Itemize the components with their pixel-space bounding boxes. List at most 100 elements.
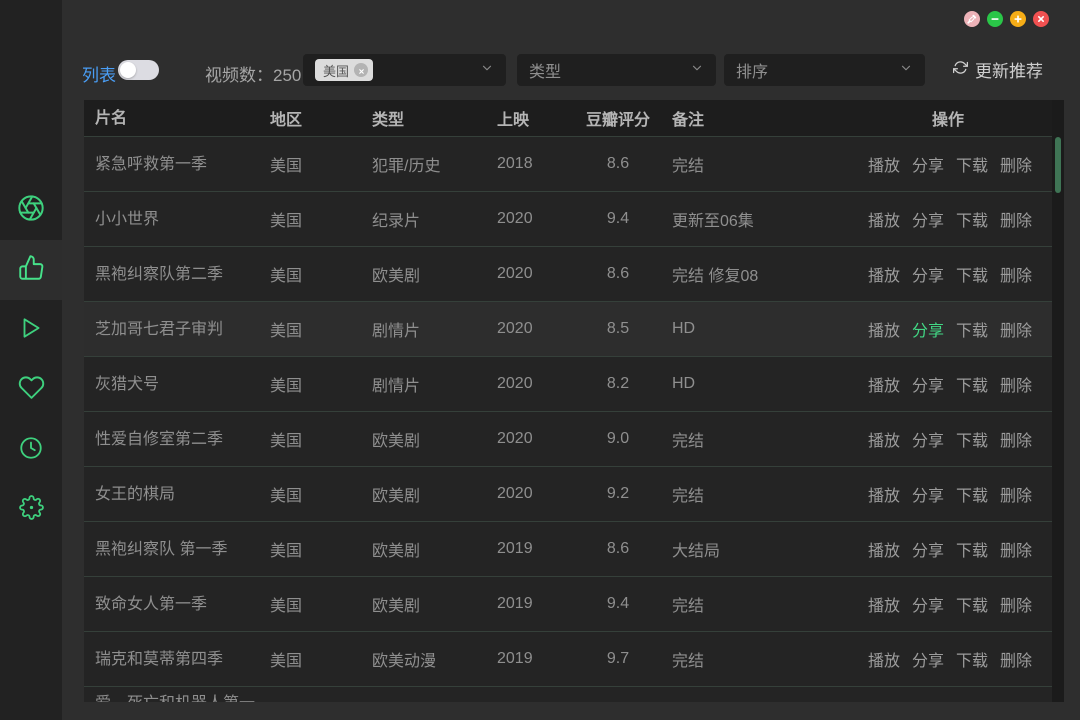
action-delete[interactable]: 删除 <box>1000 647 1032 671</box>
action-share[interactable]: 分享 <box>912 647 944 671</box>
action-download[interactable]: 下载 <box>956 372 988 396</box>
action-download[interactable]: 下载 <box>956 317 988 341</box>
region-filter-select[interactable]: 美国 <box>303 54 506 86</box>
window-controls <box>964 11 1049 27</box>
action-delete[interactable]: 删除 <box>1000 427 1032 451</box>
region-filter-tag: 美国 <box>315 59 373 81</box>
cell-type: 纪录片 <box>372 207 497 231</box>
row-actions: 播放分享下载删除 <box>864 592 1052 616</box>
action-download[interactable]: 下载 <box>956 152 988 176</box>
action-download[interactable]: 下载 <box>956 592 988 616</box>
cell-year: 2020 <box>497 485 579 503</box>
cell-title: 黑袍纠察队第二季 <box>84 264 270 285</box>
action-play[interactable]: 播放 <box>868 537 900 561</box>
table-row[interactable]: 灰猎犬号 美国 剧情片 2020 8.2 HD 播放分享下载删除 <box>84 356 1052 411</box>
action-download[interactable]: 下载 <box>956 427 988 451</box>
table-row[interactable]: 性爱自修室第二季 美国 欧美剧 2020 9.0 完结 播放分享下载删除 <box>84 411 1052 466</box>
cell-title: 爱，死亡和机器人第一季 <box>84 693 270 702</box>
type-filter-select[interactable]: 类型 <box>517 54 716 86</box>
remove-tag-button[interactable] <box>354 63 368 77</box>
action-download[interactable]: 下载 <box>956 482 988 506</box>
heart-icon <box>18 374 45 406</box>
action-play[interactable]: 播放 <box>868 152 900 176</box>
video-count-label: 视频数：250 <box>205 61 301 86</box>
action-download[interactable]: 下载 <box>956 537 988 561</box>
action-delete[interactable]: 删除 <box>1000 592 1032 616</box>
action-delete[interactable]: 删除 <box>1000 537 1032 561</box>
cell-note: 完结 <box>657 482 864 506</box>
cell-title: 性爱自修室第二季 <box>84 429 270 450</box>
action-share[interactable]: 分享 <box>912 592 944 616</box>
action-delete[interactable]: 删除 <box>1000 482 1032 506</box>
table-scrollbar <box>1052 100 1064 702</box>
action-delete[interactable]: 删除 <box>1000 152 1032 176</box>
cell-rating: 9.4 <box>579 210 657 228</box>
play-icon <box>18 315 44 346</box>
chevron-down-icon <box>690 61 704 80</box>
table-row[interactable]: 芝加哥七君子审判 美国 剧情片 2020 8.5 HD 播放分享下载删除 <box>84 301 1052 356</box>
sidebar <box>0 0 62 720</box>
action-share[interactable]: 分享 <box>912 427 944 451</box>
action-play[interactable]: 播放 <box>868 207 900 231</box>
action-play[interactable]: 播放 <box>868 427 900 451</box>
cell-type: 剧情片 <box>372 372 497 396</box>
cell-note: 完结 <box>657 592 864 616</box>
refresh-recommend-button[interactable]: 更新推荐 <box>953 57 1043 82</box>
cell-title: 黑袍纠察队 第一季 <box>84 539 270 560</box>
sort-select[interactable]: 排序 <box>724 54 925 86</box>
action-play[interactable]: 播放 <box>868 372 900 396</box>
cell-year: 2020 <box>497 210 579 228</box>
sidebar-item-heart[interactable] <box>0 360 62 420</box>
table-row[interactable]: 瑞克和莫蒂第四季 美国 欧美动漫 2019 9.7 完结 播放分享下载删除 <box>84 631 1052 686</box>
aperture-icon <box>17 194 45 227</box>
sidebar-item-thumbs-up[interactable] <box>0 240 62 300</box>
toolbar: 列表 视频数：250 美国 类型 排序 <box>62 0 1080 100</box>
table-row[interactable]: 致命女人第一季 美国 欧美剧 2019 9.4 完结 播放分享下载删除 <box>84 576 1052 631</box>
action-share[interactable]: 分享 <box>912 207 944 231</box>
cell-region: 美国 <box>270 427 372 451</box>
action-delete[interactable]: 删除 <box>1000 207 1032 231</box>
action-play[interactable]: 播放 <box>868 647 900 671</box>
table-row[interactable]: 黑袍纠察队第二季 美国 欧美剧 2020 8.6 完结 修复08 播放分享下载删… <box>84 246 1052 301</box>
cell-region: 美国 <box>270 262 372 286</box>
action-share[interactable]: 分享 <box>912 317 944 341</box>
action-share[interactable]: 分享 <box>912 537 944 561</box>
chevron-down-icon <box>899 61 913 80</box>
video-table: 片名 地区 类型 上映 豆瓣评分 备注 操作 紧急呼救第一季 美国 犯罪/历史 … <box>84 100 1064 702</box>
action-download[interactable]: 下载 <box>956 207 988 231</box>
row-actions: 播放分享下载删除 <box>864 372 1052 396</box>
minimize-button[interactable] <box>987 11 1003 27</box>
close-button[interactable] <box>1033 11 1049 27</box>
sidebar-item-play[interactable] <box>0 300 62 360</box>
action-delete[interactable]: 删除 <box>1000 317 1032 341</box>
action-play[interactable]: 播放 <box>868 592 900 616</box>
action-share[interactable]: 分享 <box>912 262 944 286</box>
action-delete[interactable]: 删除 <box>1000 262 1032 286</box>
table-row[interactable]: 黑袍纠察队 第一季 美国 欧美剧 2019 8.6 大结局 播放分享下载删除 <box>84 521 1052 576</box>
list-view-label[interactable]: 列表 <box>82 61 116 86</box>
pin-window-button[interactable] <box>964 11 980 27</box>
action-delete[interactable]: 删除 <box>1000 372 1032 396</box>
scrollbar-thumb[interactable] <box>1055 137 1061 193</box>
sidebar-item-aperture[interactable] <box>0 180 62 240</box>
action-play[interactable]: 播放 <box>868 482 900 506</box>
sidebar-item-settings[interactable] <box>0 480 62 540</box>
action-share[interactable]: 分享 <box>912 152 944 176</box>
cell-type: 欧美剧 <box>372 482 497 506</box>
table-row[interactable]: 女王的棋局 美国 欧美剧 2020 9.2 完结 播放分享下载删除 <box>84 466 1052 521</box>
action-play[interactable]: 播放 <box>868 262 900 286</box>
cell-rating: 8.2 <box>579 375 657 393</box>
cell-title: 致命女人第一季 <box>84 594 270 615</box>
action-download[interactable]: 下载 <box>956 262 988 286</box>
action-share[interactable]: 分享 <box>912 372 944 396</box>
action-download[interactable]: 下载 <box>956 647 988 671</box>
table-row[interactable]: 爱，死亡和机器人第一季 <box>84 686 1052 702</box>
sidebar-item-history[interactable] <box>0 420 62 480</box>
list-view-toggle[interactable] <box>118 60 159 80</box>
table-row[interactable]: 紧急呼救第一季 美国 犯罪/历史 2018 8.6 完结 播放分享下载删除 <box>84 136 1052 191</box>
action-share[interactable]: 分享 <box>912 482 944 506</box>
maximize-button[interactable] <box>1010 11 1026 27</box>
cell-region: 美国 <box>270 152 372 176</box>
action-play[interactable]: 播放 <box>868 317 900 341</box>
table-row[interactable]: 小小世界 美国 纪录片 2020 9.4 更新至06集 播放分享下载删除 <box>84 191 1052 246</box>
